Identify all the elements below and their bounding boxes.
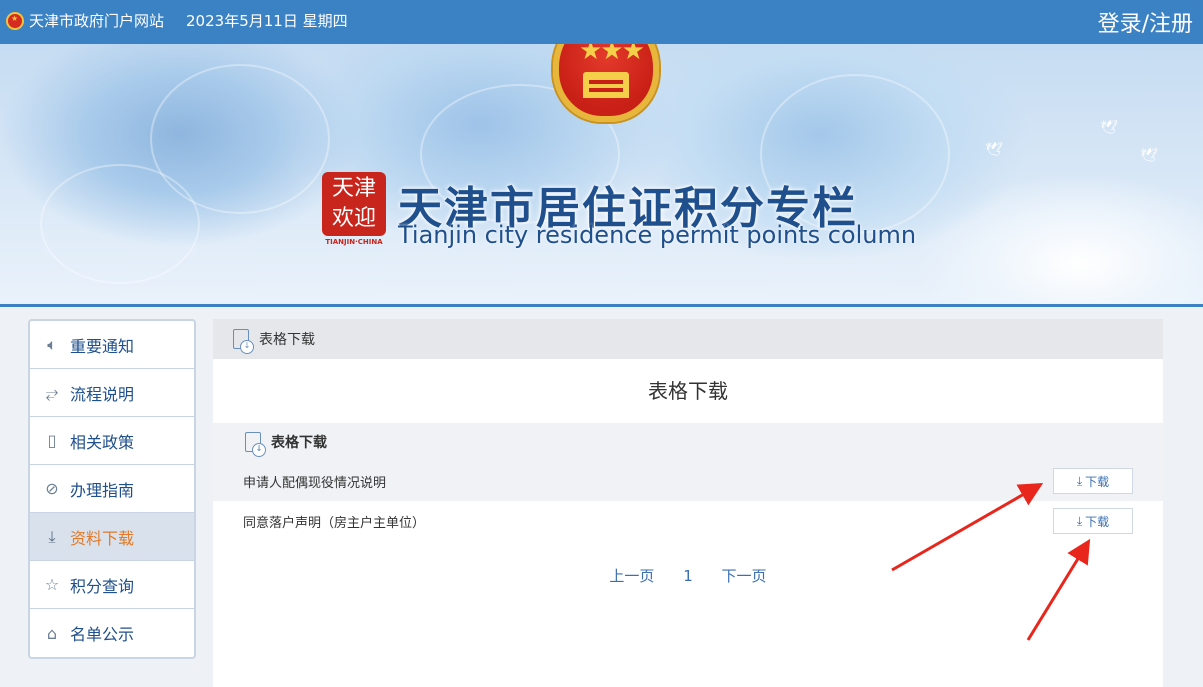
sidebar-item-label: 积分查询 [70,576,135,596]
book-icon: ▯ [47,431,57,450]
sidebar-item-label: 相关政策 [70,432,135,452]
seal-text-1: 天津 [331,176,376,201]
sidebar-item-label: 流程说明 [70,384,135,404]
file-download-icon [233,329,254,354]
sidebar-item-points-query[interactable]: ☆ 积分查询 [30,561,194,609]
table-row: 申请人配偶现役情况说明 ⤓ 下载 [213,461,1163,501]
decor-petal [40,164,200,284]
current-date: 2023年5月11日 星期四 [186,12,348,30]
main-content: 表格下载 表格下载 表格下载 申请人配偶现役情况说明 ⤓ 下载 同意落户声明（房… [213,319,1163,687]
banner: 🕊 🕊 🕊 ★★★ 天津 欢迎 TIANJIN·CHINA 天津市居住证积分专栏… [0,44,1203,304]
form-name: 同意落户声明（房主户主单位） [243,515,426,531]
top-bar: 天津市政府门户网站 2023年5月11日 星期四 登录/注册 [0,0,1203,44]
emblem-stars-icon: ★★★ [579,44,645,66]
download-button[interactable]: ⤓ 下载 [1053,468,1133,494]
form-name: 申请人配偶现役情况说明 [243,475,387,491]
national-emblem-icon [6,11,24,30]
sidebar-item-public-list[interactable]: ⌂ 名单公示 [30,609,194,657]
site-header: 天津市政府门户网站 2023年5月11日 星期四 [6,10,348,31]
sidebar-nav: 🔈︎ 重要通知 ⥂ 流程说明 ▯ 相关政策 ⊘ 办理指南 ⤓ 资料下载 ☆ 积分… [28,319,196,659]
seal-subtitle: TIANJIN·CHINA [325,238,383,246]
dove-icon: 🕊 [985,142,1003,158]
sidebar-item-guide[interactable]: ⊘ 办理指南 [30,465,194,513]
file-download-icon [245,432,266,457]
flow-icon: ⥂ [45,382,59,402]
star-icon: ☆ [44,575,60,594]
download-arrow-icon: ⤓ [1076,513,1083,528]
download-arrow-icon: ⤓ [1076,473,1083,488]
breadcrumb-label: 表格下载 [259,332,315,348]
pagination: 上一页 1 下一页 [213,565,1163,586]
compass-icon: ⊘ [45,479,59,498]
divider-line [0,304,1203,307]
sidebar-item-label: 办理指南 [70,480,135,500]
sidebar-item-label: 资料下载 [70,528,135,548]
banner-title-en: Tianjin city residence permit points col… [398,221,917,249]
sidebar-item-downloads[interactable]: ⤓ 资料下载 [30,513,194,561]
sidebar-item-process[interactable]: ⥂ 流程说明 [30,369,194,417]
seal-text-2: 欢迎 [331,206,376,231]
current-page[interactable]: 1 [683,567,693,585]
sidebar-item-label: 重要通知 [70,336,135,356]
dove-icon: 🕊 [1140,148,1158,164]
prev-page-link[interactable]: 上一页 [609,567,654,585]
download-button-label: 下载 [1085,474,1110,489]
sidebar-item-policies[interactable]: ▯ 相关政策 [30,417,194,465]
sidebar-item-notices[interactable]: 🔈︎ 重要通知 [30,321,194,369]
download-button[interactable]: ⤓ 下载 [1053,508,1133,534]
section-header: 表格下载 [213,423,1163,461]
page-title: 表格下载 [648,379,728,403]
dove-icon: 🕊 [1100,120,1118,136]
section-title: 表格下载 [271,435,327,451]
login-register-link[interactable]: 登录/注册 [1098,6,1193,38]
next-page-link[interactable]: 下一页 [722,567,767,585]
site-name[interactable]: 天津市政府门户网站 [29,10,164,31]
building-icon: ⌂ [46,623,58,643]
emblem-gate-icon [583,72,629,98]
breadcrumb: 表格下载 [213,319,1163,359]
download-icon: ⤓ [48,526,56,546]
speaker-icon: 🔈︎ [47,334,57,354]
sidebar-item-label: 名单公示 [70,625,135,644]
tianjin-seal-logo: 天津 欢迎 [322,172,386,236]
table-row: 同意落户声明（房主户主单位） ⤓ 下载 [213,501,1163,541]
download-button-label: 下载 [1085,514,1110,529]
